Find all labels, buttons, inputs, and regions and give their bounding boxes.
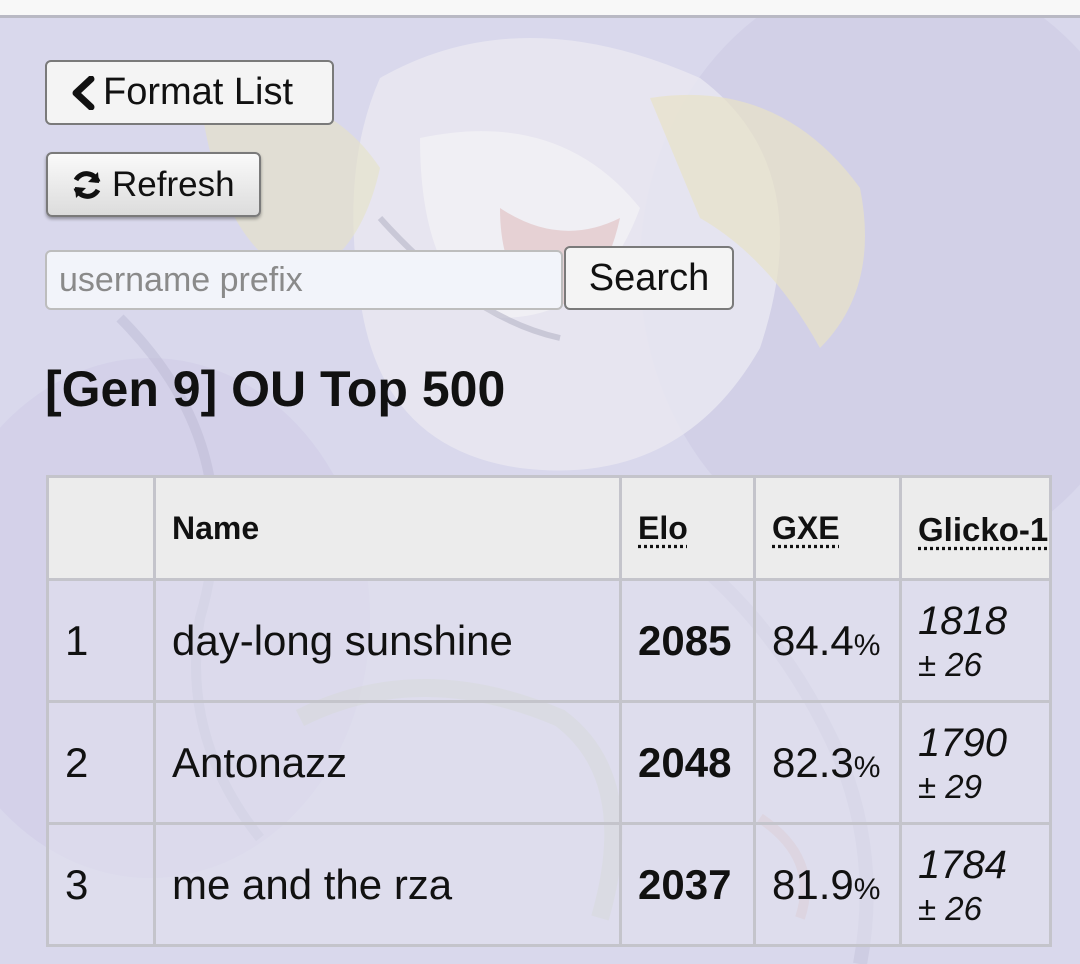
glicko-header-label[interactable]: Glicko-1 — [918, 508, 1049, 548]
refresh-icon — [73, 170, 101, 199]
search-button[interactable]: Search — [564, 246, 734, 310]
glicko-rating: 1818 — [918, 598, 1007, 643]
glicko-rating: 1790 — [918, 720, 1007, 765]
glicko-rating: 1784 — [918, 842, 1007, 887]
format-list-label: Format List — [103, 71, 294, 113]
refresh-label: Refresh — [112, 164, 235, 204]
username-search-input[interactable] — [45, 250, 563, 310]
table-header-row: Name Elo GXE Glicko-1 — [46, 475, 1052, 581]
table-row: 3 me and the rza 2037 81.9% 1784 ± 26 — [46, 822, 1052, 947]
gxe-cell: 81.9% — [753, 822, 902, 947]
glicko-cell: 1818 ± 26 — [899, 578, 1052, 703]
search-button-label: Search — [588, 256, 710, 299]
gxe-cell: 82.3% — [753, 700, 902, 825]
rank-cell: 1 — [46, 578, 156, 703]
gxe-header-label[interactable]: GXE — [772, 510, 840, 546]
table-row: 2 Antonazz 2048 82.3% 1790 ± 29 — [46, 700, 1052, 825]
page-content: Format List Refresh Search [Gen 9] OU To… — [0, 0, 1080, 964]
rank-cell: 3 — [46, 822, 156, 947]
gxe-percent-sign: % — [853, 628, 881, 662]
rank-column-header — [46, 475, 156, 581]
gxe-value: 82.3 — [772, 738, 854, 786]
glicko-column-header[interactable]: Glicko-1 — [899, 475, 1052, 581]
gxe-value: 84.4 — [772, 616, 854, 664]
gxe-percent-sign: % — [853, 750, 881, 784]
glicko-cell: 1790 ± 29 — [899, 700, 1052, 825]
gxe-percent-sign: % — [853, 872, 881, 906]
glicko-deviation: ± 26 — [918, 645, 982, 683]
elo-cell: 2085 — [619, 578, 756, 703]
elo-header-label[interactable]: Elo — [638, 510, 688, 546]
gxe-cell: 84.4% — [753, 578, 902, 703]
leaderboard-table: Name Elo GXE Glicko-1 1 day-long sunshin… — [46, 475, 1052, 947]
format-list-button[interactable]: Format List — [45, 60, 334, 125]
rank-cell: 2 — [46, 700, 156, 825]
glicko-deviation: ± 26 — [918, 889, 982, 927]
gxe-value: 81.9 — [772, 860, 854, 908]
glicko-deviation: ± 29 — [918, 767, 982, 805]
player-name-cell[interactable]: Antonazz — [153, 700, 622, 825]
player-name-cell[interactable]: day-long sunshine — [153, 578, 622, 703]
player-name-cell[interactable]: me and the rza — [153, 822, 622, 947]
chevron-left-icon — [72, 75, 95, 110]
table-row: 1 day-long sunshine 2085 84.4% 1818 ± 26 — [46, 578, 1052, 703]
refresh-button[interactable]: Refresh — [46, 152, 261, 217]
glicko-cell: 1784 ± 26 — [899, 822, 1052, 947]
page-title: [Gen 9] OU Top 500 — [45, 361, 506, 417]
gxe-column-header[interactable]: GXE — [753, 475, 902, 581]
elo-column-header[interactable]: Elo — [619, 475, 756, 581]
name-column-header: Name — [153, 475, 622, 581]
elo-cell: 2037 — [619, 822, 756, 947]
elo-cell: 2048 — [619, 700, 756, 825]
